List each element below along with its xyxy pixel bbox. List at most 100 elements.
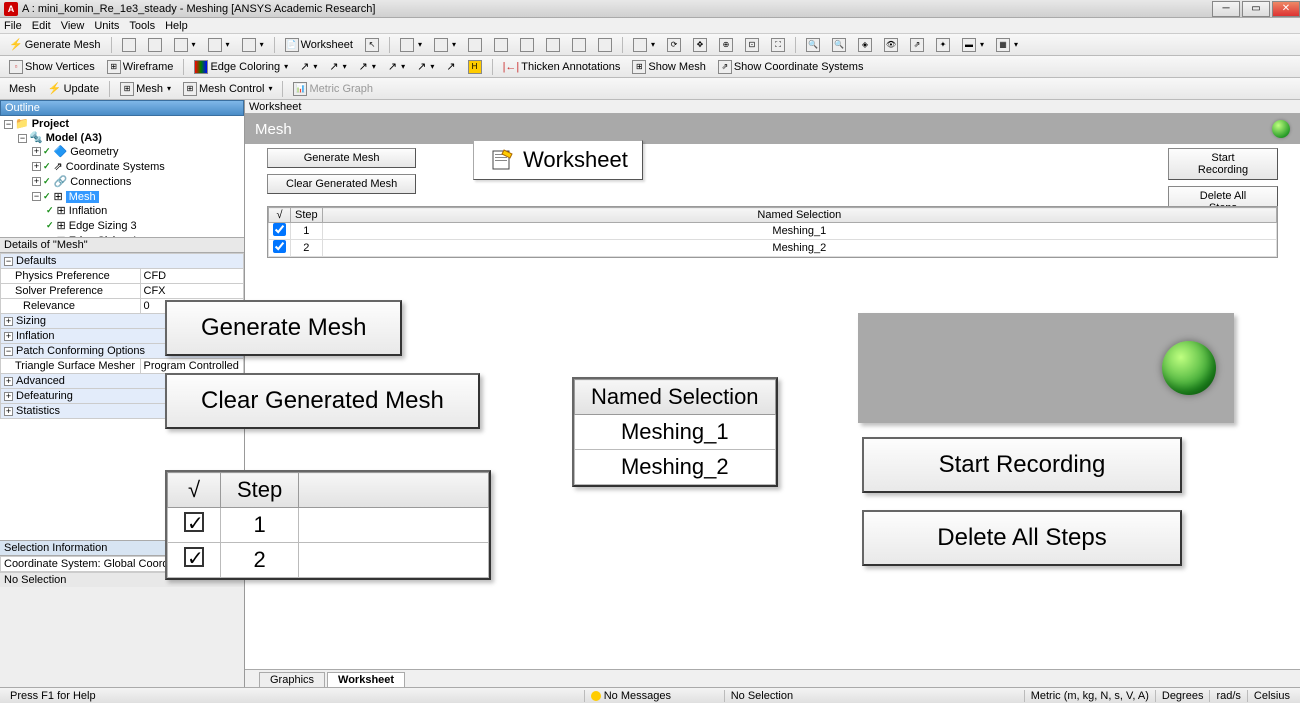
tree-connections[interactable]: ✓🔗 Connections xyxy=(43,175,131,188)
window-title: A : mini_komin_Re_1e3_steady - Meshing [… xyxy=(22,3,375,15)
edge-thick-6[interactable]: ↗ xyxy=(441,58,460,75)
clear-mesh-ws-button[interactable]: Clear Generated Mesh xyxy=(267,174,416,194)
tb-sel-8[interactable] xyxy=(593,36,617,54)
tb-sel-3[interactable] xyxy=(463,36,487,54)
edge-thick-1[interactable]: ↗ xyxy=(295,58,322,75)
big-check-icon xyxy=(184,547,204,567)
toolbar-display: ▫Show Vertices ⊞Wireframe Edge Coloring … xyxy=(0,56,1300,78)
tab-graphics[interactable]: Graphics xyxy=(259,672,325,687)
table-row[interactable]: 1 Meshing_1 xyxy=(269,223,1277,240)
bottom-tabs: Graphics Worksheet xyxy=(245,669,1300,687)
tb-icon-2[interactable] xyxy=(143,36,167,54)
outline-tree[interactable]: −📁 Project −🔩 Model (A3) +✓🔷 Geometry +✓… xyxy=(0,116,244,237)
thicken-annotations[interactable]: |←|Thicken Annotations xyxy=(498,59,626,75)
tb-icon-1[interactable] xyxy=(117,36,141,54)
status-selection: No Selection xyxy=(725,690,1025,702)
maximize-button[interactable]: ▭ xyxy=(1242,1,1270,17)
show-coord-systems[interactable]: ⇗Show Coordinate Systems xyxy=(713,58,869,76)
tb-view-box[interactable]: ⊡ xyxy=(740,36,764,54)
menu-units[interactable]: Units xyxy=(94,20,119,32)
row2-check[interactable] xyxy=(273,240,286,253)
show-vertices[interactable]: ▫Show Vertices xyxy=(4,58,100,76)
tb-look[interactable]: 👁 xyxy=(879,36,903,54)
status-bar: Press F1 for Help No Messages No Selecti… xyxy=(0,687,1300,703)
mesh-dropdown[interactable]: ⊞Mesh xyxy=(115,80,176,98)
tree-geometry[interactable]: ✓🔷 Geometry xyxy=(43,145,119,158)
tab-worksheet[interactable]: Worksheet xyxy=(327,672,405,687)
tb-icon-3[interactable] xyxy=(169,36,201,54)
tb-zoom-in[interactable]: 🔍 xyxy=(801,36,825,54)
tb-view-zoom[interactable]: ⊕ xyxy=(714,36,738,54)
menu-tools[interactable]: Tools xyxy=(129,20,155,32)
highlight-icon[interactable]: H xyxy=(463,58,487,76)
tb-sel-1[interactable] xyxy=(395,36,427,54)
tree-edge-sizing-3[interactable]: ✓⊞ Edge Sizing 3 xyxy=(46,219,137,232)
callout-delete-all: Delete All Steps xyxy=(862,510,1182,566)
tb-sel-2[interactable] xyxy=(429,36,461,54)
edge-thick-3[interactable]: ↗ xyxy=(354,58,381,75)
tb-sel-5[interactable] xyxy=(515,36,539,54)
row1-check[interactable] xyxy=(273,223,286,236)
table-row[interactable]: 2 Meshing_2 xyxy=(269,240,1277,257)
callout-generate-mesh: Generate Mesh xyxy=(165,300,402,356)
edge-thick-2[interactable]: ↗ xyxy=(324,58,351,75)
tree-coord-systems[interactable]: ✓⇗ Coordinate Systems xyxy=(43,160,165,173)
edge-thick-4[interactable]: ↗ xyxy=(383,58,410,75)
tb-sel-4[interactable] xyxy=(489,36,513,54)
worksheet-toggle[interactable]: 📄Worksheet xyxy=(280,36,358,54)
worksheet-tab-header: Worksheet xyxy=(245,100,1300,114)
tb-view-pan[interactable]: ✥ xyxy=(688,36,712,54)
menu-edit[interactable]: Edit xyxy=(32,20,51,32)
tb-triad[interactable]: ✦ xyxy=(931,36,955,54)
show-mesh-button[interactable]: ⊞Show Mesh xyxy=(627,58,710,76)
minimize-button[interactable]: ─ xyxy=(1212,1,1240,17)
edge-thick-5[interactable]: ↗ xyxy=(412,58,439,75)
tb-iso[interactable]: ◈ xyxy=(853,36,877,54)
close-button[interactable]: ✕ xyxy=(1272,1,1300,17)
tb-icon-4[interactable] xyxy=(203,36,235,54)
mesh-context[interactable]: Mesh xyxy=(4,81,41,97)
menu-help[interactable]: Help xyxy=(165,20,188,32)
tb-view-rotate[interactable]: ⟳ xyxy=(662,36,686,54)
col-step[interactable]: Step xyxy=(291,208,323,223)
col-named-selection[interactable]: Named Selection xyxy=(322,208,1276,223)
callout-clear-mesh: Clear Generated Mesh xyxy=(165,373,480,429)
edge-coloring[interactable]: Edge Coloring xyxy=(189,58,293,76)
selection-info-body xyxy=(0,587,244,687)
status-rads[interactable]: rad/s xyxy=(1210,690,1247,702)
status-celsius[interactable]: Celsius xyxy=(1248,690,1296,702)
menu-file[interactable]: File xyxy=(4,20,22,32)
tree-inflation[interactable]: ✓⊞ Inflation xyxy=(46,204,107,217)
tb-view-fit[interactable]: ⛶ xyxy=(766,36,790,54)
wireframe-button[interactable]: ⊞Wireframe xyxy=(102,58,179,76)
tb-sel-7[interactable] xyxy=(567,36,591,54)
app-icon: A xyxy=(4,2,18,16)
status-metric[interactable]: Metric (m, kg, N, s, V, A) xyxy=(1025,690,1156,702)
tree-mesh[interactable]: ✓⊞ Mesh xyxy=(43,190,99,203)
update-button[interactable]: ⚡Update xyxy=(43,80,104,97)
tb-sel-6[interactable] xyxy=(541,36,565,54)
status-orb-icon xyxy=(1272,120,1290,138)
tb-icon-5[interactable] xyxy=(237,36,269,54)
status-messages[interactable]: No Messages xyxy=(585,690,725,702)
generate-mesh-ws-button[interactable]: Generate Mesh xyxy=(267,148,416,168)
generate-mesh-button[interactable]: ⚡Generate Mesh xyxy=(4,36,106,53)
big-check-icon xyxy=(184,512,204,532)
tb-misc[interactable]: ▦ xyxy=(991,36,1023,54)
worksheet-big-label: Worksheet xyxy=(473,140,643,180)
tb-zoom-out[interactable]: 🔍 xyxy=(827,36,851,54)
mesh-control-dropdown[interactable]: ⊞Mesh Control xyxy=(178,80,277,98)
status-degrees[interactable]: Degrees xyxy=(1156,690,1211,702)
tb-axes[interactable]: ⇗ xyxy=(905,36,929,54)
col-check[interactable]: √ xyxy=(269,208,291,223)
tb-paint[interactable]: ▬ xyxy=(957,36,989,54)
callout-status-orb xyxy=(858,313,1234,423)
start-recording-button[interactable]: Start Recording xyxy=(1168,148,1278,180)
tree-model[interactable]: 🔩 Model (A3) xyxy=(29,131,102,144)
tree-project[interactable]: 📁 Project xyxy=(15,117,69,130)
tb-view-1[interactable] xyxy=(628,36,660,54)
menu-view[interactable]: View xyxy=(61,20,85,32)
callout-named-selection: Named Selection Meshing_1 Meshing_2 xyxy=(572,377,778,487)
tb-pointer[interactable]: ↖ xyxy=(360,36,384,54)
step-table[interactable]: √ Step Named Selection 1 Meshing_1 2 Mes… xyxy=(267,206,1278,258)
